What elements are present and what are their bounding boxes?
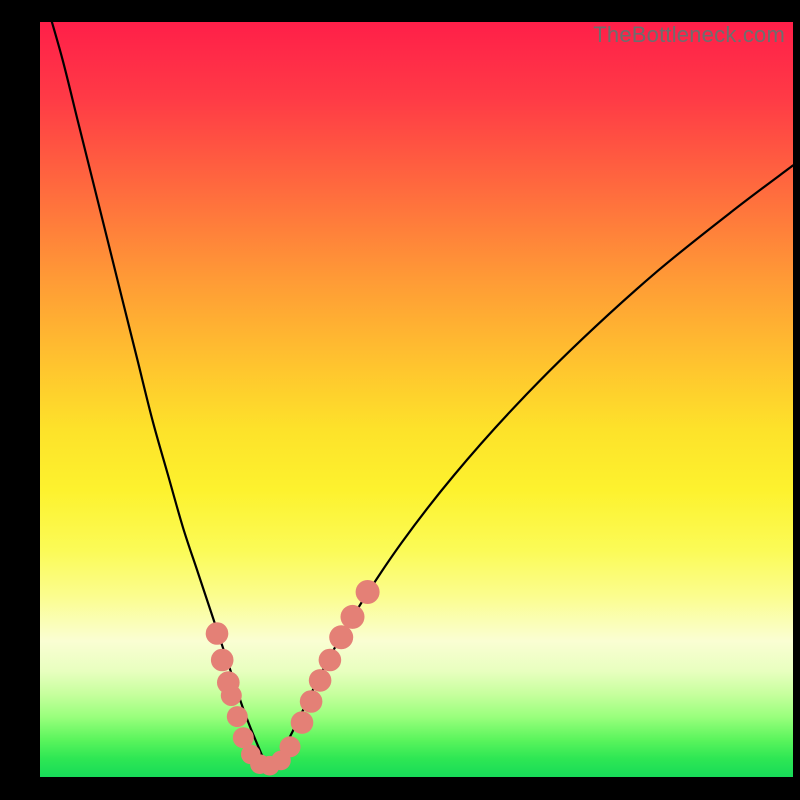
curve-markers <box>206 580 380 776</box>
curve-marker <box>280 736 301 757</box>
curve-marker <box>341 605 365 629</box>
curve-marker <box>356 580 380 604</box>
curve-marker <box>206 622 229 645</box>
curve-marker <box>309 669 332 692</box>
curve-marker <box>227 706 248 727</box>
curve-marker <box>319 649 342 672</box>
plot-area: TheBottleneck.com <box>40 22 793 777</box>
bottleneck-curve <box>48 22 794 764</box>
curve-marker <box>329 625 353 649</box>
curve-marker <box>221 685 242 706</box>
chart-canvas: TheBottleneck.com <box>0 0 800 800</box>
watermark-label: TheBottleneck.com <box>593 22 785 48</box>
curve-svg <box>40 22 793 777</box>
curve-marker <box>291 711 314 734</box>
curve-marker <box>300 690 323 713</box>
curve-marker <box>211 649 234 672</box>
